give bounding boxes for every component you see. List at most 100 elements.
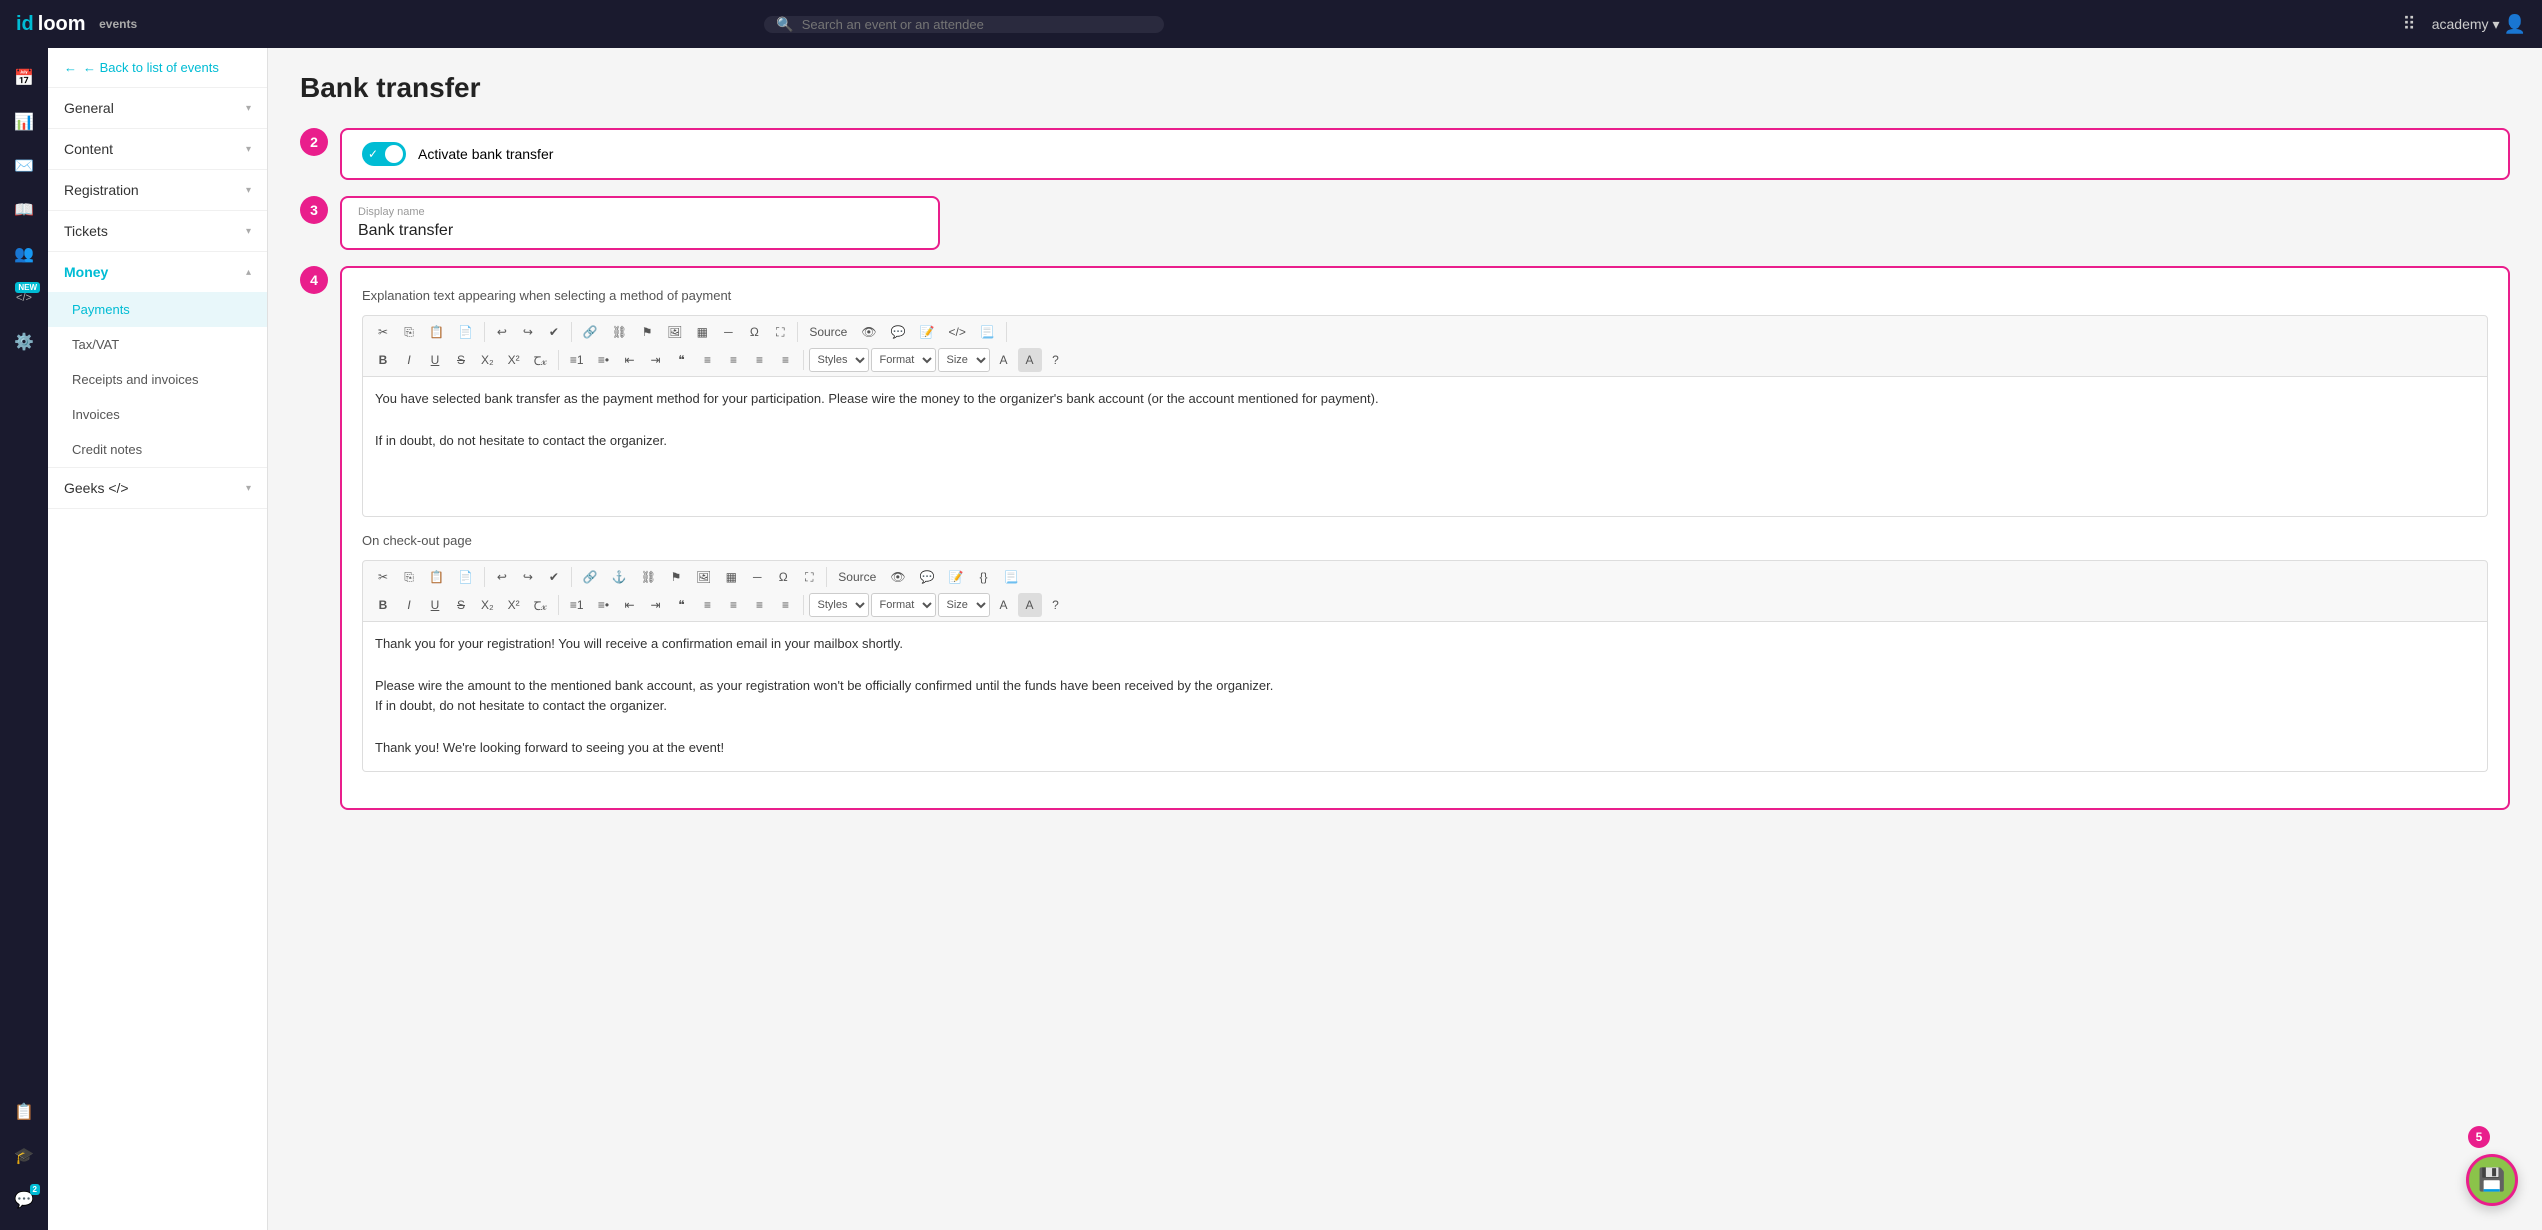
nav-registration-header[interactable]: Registration ▾	[48, 170, 267, 210]
copy-btn[interactable]: ⎘	[397, 320, 421, 344]
grad-icon[interactable]: 🎓	[6, 1138, 42, 1174]
list-icon[interactable]: 📋	[6, 1094, 42, 1130]
link-btn[interactable]: 🔗	[577, 320, 604, 344]
explanation-editor-body[interactable]: You have selected bank transfer as the p…	[362, 377, 2488, 517]
underline-btn2[interactable]: U	[423, 593, 447, 617]
chat-icon[interactable]: 💬 2	[6, 1182, 42, 1218]
redo-btn[interactable]: ↪	[516, 320, 540, 344]
link-btn2[interactable]: 🔗	[577, 565, 604, 589]
size-select-2[interactable]: Size	[938, 593, 990, 617]
indent-btn[interactable]: ⇥	[644, 348, 668, 372]
flag-btn[interactable]: ⚑	[635, 320, 659, 344]
align-left-btn[interactable]: ≡	[696, 348, 720, 372]
paste-text-btn[interactable]: 📄	[452, 320, 479, 344]
users-icon[interactable]: 👥	[6, 236, 42, 272]
doc-btn2[interactable]: 📃	[997, 565, 1024, 589]
bold-btn2[interactable]: B	[371, 593, 395, 617]
indent-btn2[interactable]: ⇥	[644, 593, 668, 617]
subscript-btn2[interactable]: X₂	[475, 593, 500, 617]
cut-btn2[interactable]: ✂	[371, 565, 395, 589]
source-btn[interactable]: Source	[803, 320, 853, 344]
italic-btn[interactable]: I	[397, 348, 421, 372]
track-btn[interactable]: 📝	[914, 320, 941, 344]
omega-btn2[interactable]: Ω	[771, 565, 795, 589]
code-view-btn[interactable]: </>	[943, 320, 972, 344]
hr-btn[interactable]: ─	[716, 320, 740, 344]
outdent-btn[interactable]: ⇤	[618, 348, 642, 372]
nav-tickets-header[interactable]: Tickets ▾	[48, 211, 267, 251]
undo-btn2[interactable]: ↩	[490, 565, 514, 589]
font-color-btn2[interactable]: A	[992, 593, 1016, 617]
image-btn2[interactable]: 🖼	[690, 565, 717, 589]
flag-btn2[interactable]: ⚑	[664, 565, 688, 589]
align-center-btn2[interactable]: ≡	[722, 593, 746, 617]
align-justify-btn[interactable]: ≡	[774, 348, 798, 372]
cut-btn[interactable]: ✂	[371, 320, 395, 344]
spellcheck-btn[interactable]: ✔	[542, 320, 566, 344]
code-icon[interactable]: </> NEW	[6, 280, 42, 316]
nav-general-header[interactable]: General ▾	[48, 88, 267, 128]
sidebar-item-creditnotes[interactable]: Credit notes	[48, 432, 267, 467]
sidebar-item-taxvat[interactable]: Tax/VAT	[48, 327, 267, 362]
italic-btn2[interactable]: I	[397, 593, 421, 617]
format-select-2[interactable]: Format	[871, 593, 936, 617]
styles-select[interactable]: Styles	[809, 348, 869, 372]
display-name-input[interactable]	[358, 222, 922, 240]
source-btn2[interactable]: Source	[832, 565, 882, 589]
anchor-btn[interactable]: ⚓	[606, 565, 633, 589]
fullscreen-btn2[interactable]: ⛶	[797, 565, 821, 589]
paste-btn2[interactable]: 📋	[423, 565, 450, 589]
ul-btn[interactable]: ≡•	[592, 348, 616, 372]
format-select-1[interactable]: Format	[871, 348, 936, 372]
superscript-btn2[interactable]: X²	[502, 593, 526, 617]
sidebar-item-invoices[interactable]: Invoices	[48, 397, 267, 432]
stats-icon[interactable]: 📊	[6, 104, 42, 140]
ol-btn[interactable]: ≡1	[564, 348, 590, 372]
comment-btn2[interactable]: 💬	[914, 565, 941, 589]
code-view-btn2[interactable]: {}	[971, 565, 995, 589]
subscript-btn[interactable]: X₂	[475, 348, 500, 372]
align-right-btn[interactable]: ≡	[748, 348, 772, 372]
align-justify-btn2[interactable]: ≡	[774, 593, 798, 617]
size-select-1[interactable]: Size	[938, 348, 990, 372]
blockquote-btn[interactable]: ❝	[670, 348, 694, 372]
mail-icon[interactable]: ✉️	[6, 148, 42, 184]
help-btn2[interactable]: ?	[1044, 593, 1068, 617]
strikethrough-btn2[interactable]: S	[449, 593, 473, 617]
doc-btn[interactable]: 📃	[974, 320, 1001, 344]
image-btn[interactable]: 🖼	[661, 320, 688, 344]
grid-icon[interactable]: ⠿	[2403, 14, 2416, 35]
paste-btn[interactable]: 📋	[423, 320, 450, 344]
bg-color-btn2[interactable]: A	[1018, 593, 1042, 617]
font-color-btn[interactable]: A	[992, 348, 1016, 372]
paste-text-btn2[interactable]: 📄	[452, 565, 479, 589]
align-center-btn[interactable]: ≡	[722, 348, 746, 372]
sidebar-item-receipts[interactable]: Receipts and invoices	[48, 362, 267, 397]
calendar-icon[interactable]: 📅	[6, 60, 42, 96]
nav-money-header[interactable]: Money ▴	[48, 252, 267, 292]
outdent-btn2[interactable]: ⇤	[618, 593, 642, 617]
bg-color-btn[interactable]: A	[1018, 348, 1042, 372]
align-left-btn2[interactable]: ≡	[696, 593, 720, 617]
back-link[interactable]: ← ← Back to list of events	[48, 48, 267, 88]
nav-geeks-header[interactable]: Geeks </> ▾	[48, 468, 267, 508]
unlink-btn[interactable]: ⛓	[606, 320, 633, 344]
track-btn2[interactable]: 📝	[943, 565, 970, 589]
fullscreen-btn[interactable]: ⛶	[768, 320, 792, 344]
ol-btn2[interactable]: ≡1	[564, 593, 590, 617]
nav-content-header[interactable]: Content ▾	[48, 129, 267, 169]
copy-btn2[interactable]: ⎘	[397, 565, 421, 589]
app-logo[interactable]: idloom events	[16, 13, 137, 36]
spellcheck-btn2[interactable]: ✔	[542, 565, 566, 589]
sidebar-item-payments[interactable]: Payments	[48, 292, 267, 327]
checkout-editor-body[interactable]: Thank you for your registration! You wil…	[362, 622, 2488, 772]
help-btn[interactable]: ?	[1044, 348, 1068, 372]
strikethrough-btn[interactable]: S	[449, 348, 473, 372]
clearformat-btn[interactable]: Ꞇ𝓍	[528, 348, 553, 372]
settings-icon[interactable]: ⚙️	[6, 324, 42, 360]
undo-btn[interactable]: ↩	[490, 320, 514, 344]
comment-btn[interactable]: 💬	[885, 320, 912, 344]
superscript-btn[interactable]: X²	[502, 348, 526, 372]
styles-select2[interactable]: Styles	[809, 593, 869, 617]
search-input[interactable]	[802, 17, 1153, 32]
